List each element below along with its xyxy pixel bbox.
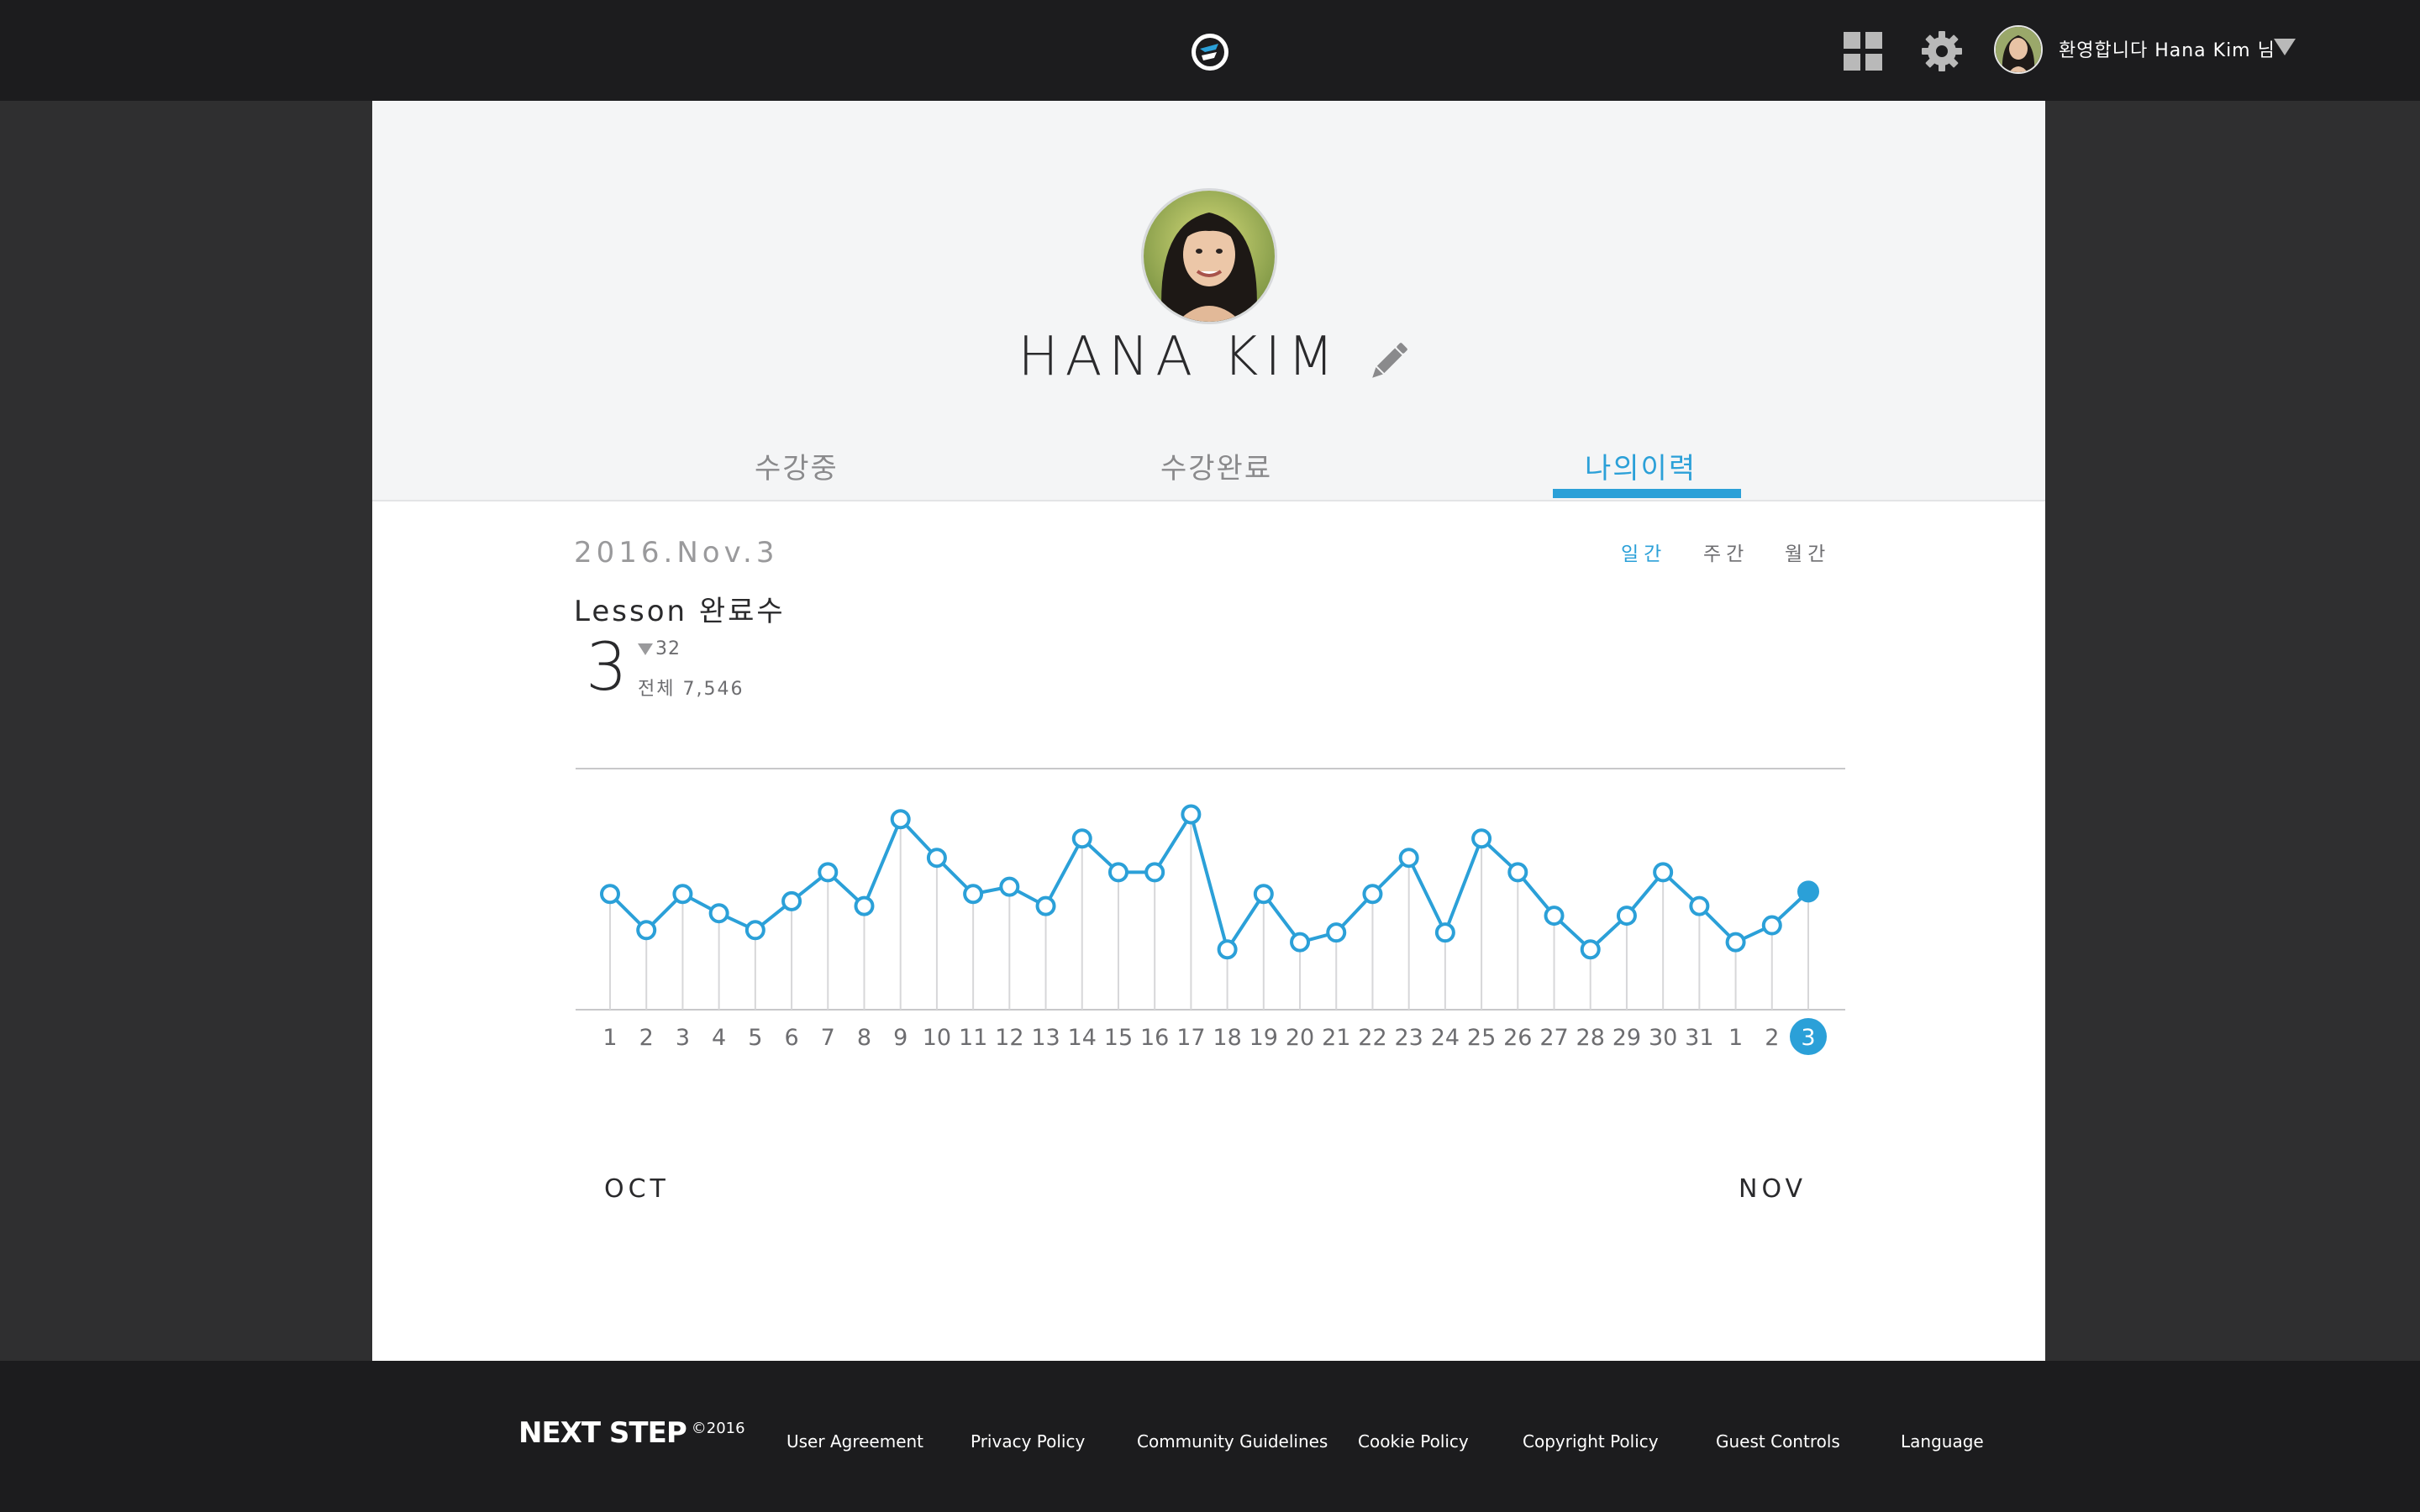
footer-brand-text: NEXT STEP [518, 1416, 687, 1450]
date-label: 2016.Nov.3 [574, 536, 779, 570]
active-tab-indicator [1553, 489, 1741, 498]
period-monthly-button[interactable]: 월간 [1785, 538, 1830, 566]
footer-link-language[interactable]: Language [1901, 1431, 1984, 1452]
footer-copyright: ©2016 [691, 1420, 745, 1437]
profile-panel: HANA KIM 수강중 수강완료 나의이력 2016.Nov.3 일간 주간 … [372, 101, 2045, 1361]
metric-title: Lesson 완료수 [574, 595, 786, 628]
profile-header: HANA KIM 수강중 수강완료 나의이력 [372, 101, 2045, 501]
tab-completed[interactable]: 수강완료 [1160, 445, 1272, 486]
chevron-down-icon[interactable] [2274, 39, 2296, 55]
delta-value: 32 [655, 638, 681, 659]
pencil-edit-icon[interactable] [1364, 336, 1414, 386]
avatar[interactable] [1994, 25, 2043, 74]
footer-link-privacy-policy[interactable]: Privacy Policy [971, 1431, 1085, 1452]
down-triangle-icon [638, 643, 653, 655]
period-weekly-button[interactable]: 주간 [1703, 538, 1749, 566]
profile-name: HANA KIM [1018, 326, 1341, 388]
month-label-start: OCT [604, 1174, 670, 1204]
total-count: 전체 7,546 [638, 679, 744, 700]
metric-value: 3 [586, 630, 628, 706]
apps-grid-icon[interactable] [1844, 32, 1882, 71]
footer-link-guest-controls[interactable]: Guest Controls [1716, 1431, 1840, 1452]
footer-link-cookie-policy[interactable]: Cookie Policy [1358, 1431, 1469, 1452]
delta-indicator: 32 [638, 638, 681, 659]
top-bar: 환영합니다 Hana Kim 님 [0, 0, 2420, 101]
month-label-end: NOV [1739, 1174, 1807, 1204]
footer-link-user-agreement[interactable]: User Agreement [786, 1431, 923, 1452]
period-daily-button[interactable]: 일간 [1621, 538, 1666, 566]
footer-link-copyright-policy[interactable]: Copyright Policy [1523, 1431, 1659, 1452]
footer: NEXT STEP ©2016 User Agreement Privacy Po… [0, 1361, 2420, 1512]
footer-link-community-guidelines[interactable]: Community Guidelines [1137, 1431, 1328, 1452]
tab-ongoing[interactable]: 수강중 [755, 445, 839, 486]
footer-brand-logo[interactable]: NEXT STEP ©2016 [518, 1416, 745, 1450]
tab-history[interactable]: 나의이력 [1585, 445, 1697, 486]
profile-avatar [1141, 188, 1277, 324]
logo-mark[interactable] [1190, 32, 1230, 72]
gear-icon[interactable] [1919, 29, 1965, 74]
welcome-text: 환영합니다 Hana Kim 님 [2059, 40, 2275, 61]
